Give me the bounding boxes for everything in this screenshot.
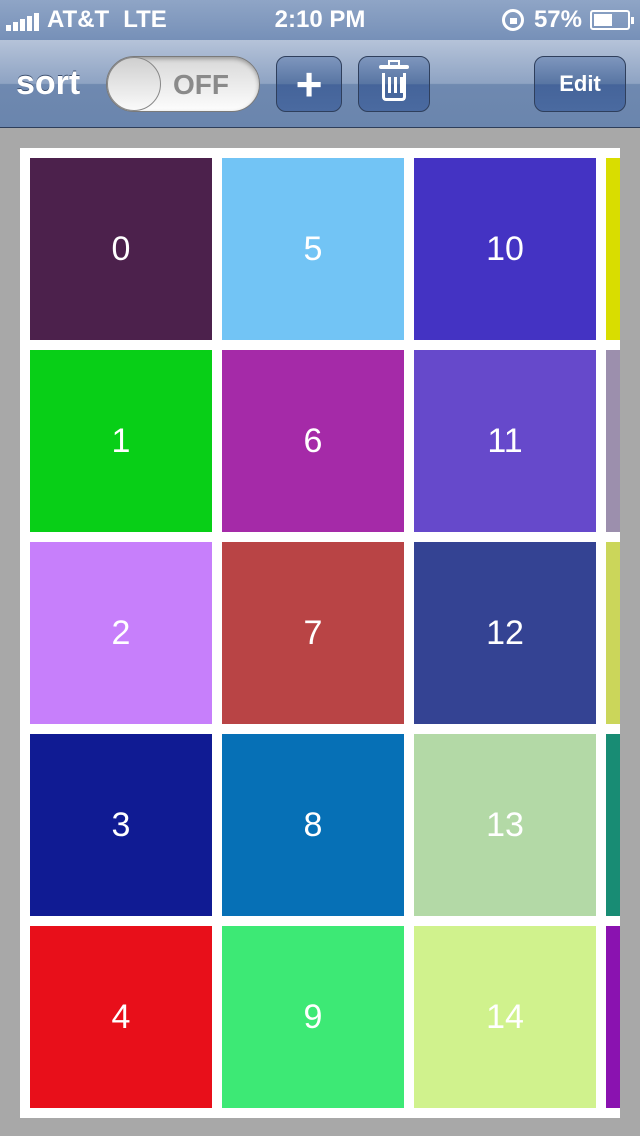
- status-bar: AT&T LTE 2:10 PM 57%: [0, 0, 640, 40]
- grid-cell[interactable]: 12: [414, 542, 596, 724]
- grid-cell[interactable]: 13: [414, 734, 596, 916]
- sort-toggle[interactable]: OFF: [106, 56, 260, 112]
- grid-cell[interactable]: 11: [414, 350, 596, 532]
- color-grid: 0 1 2 3 4 5 6 7 8 9 10 11 12 13 14: [20, 148, 620, 1118]
- grid-cell[interactable]: [606, 542, 620, 724]
- battery-icon: [590, 10, 634, 30]
- grid-cell[interactable]: 6: [222, 350, 404, 532]
- grid-cell[interactable]: 8: [222, 734, 404, 916]
- toggle-knob[interactable]: [107, 57, 161, 111]
- grid-cell[interactable]: 5: [222, 158, 404, 340]
- grid-cell[interactable]: [606, 350, 620, 532]
- grid-cell[interactable]: 0: [30, 158, 212, 340]
- grid-cell[interactable]: 9: [222, 926, 404, 1108]
- grid-cell[interactable]: [606, 926, 620, 1108]
- add-button[interactable]: +: [276, 56, 342, 112]
- toggle-state-label: OFF: [173, 69, 229, 100]
- trash-icon: [379, 60, 409, 101]
- rotation-lock-icon: [501, 9, 524, 31]
- battery-percent: 57%: [533, 6, 582, 33]
- battery-fill: [594, 14, 612, 26]
- status-right: 57%: [501, 6, 634, 34]
- grid-cell[interactable]: 14: [414, 926, 596, 1108]
- grid-cell[interactable]: 3: [30, 734, 212, 916]
- grid-cell[interactable]: 2: [30, 542, 212, 724]
- edit-button[interactable]: Edit: [534, 56, 626, 112]
- grid-cell[interactable]: 4: [30, 926, 212, 1108]
- grid-cell[interactable]: 10: [414, 158, 596, 340]
- grid-cell[interactable]: 7: [222, 542, 404, 724]
- grid-cell[interactable]: [606, 734, 620, 916]
- grid-cell[interactable]: [606, 158, 620, 340]
- sort-label: sort: [16, 64, 81, 102]
- delete-button[interactable]: [358, 56, 430, 112]
- grid-cell[interactable]: 1: [30, 350, 212, 532]
- toolbar: sort OFF + Edit: [0, 40, 640, 128]
